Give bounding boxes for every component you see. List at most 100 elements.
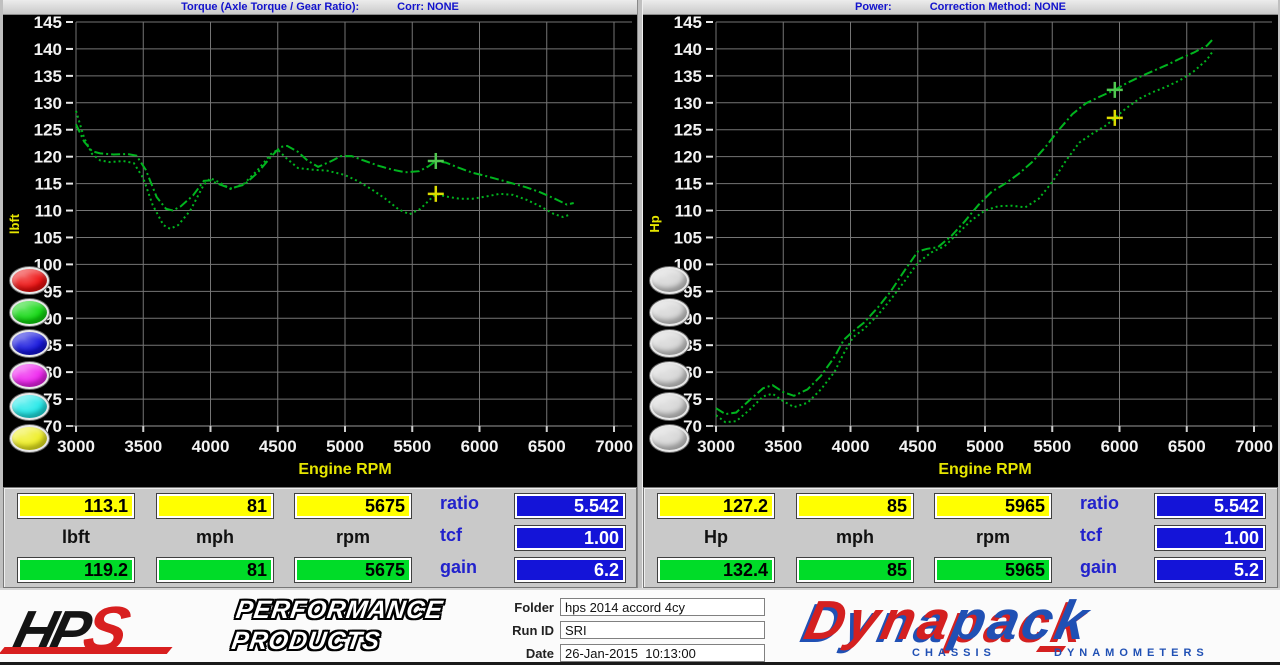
run-select-button-2[interactable] (10, 299, 49, 326)
power-readout-panel: 127.2 85 5965 Hp mph rpm 132.4 85 5965 r… (643, 487, 1278, 588)
svg-text:7000: 7000 (595, 437, 633, 456)
hps-tagline-line1: PERFORMANCE (234, 595, 445, 626)
power-panel: Power: Correction Method: NONE 707580859… (643, 0, 1280, 487)
svg-text:4000: 4000 (832, 437, 870, 456)
torque-ref-value: 119.2 (17, 557, 135, 583)
hps-tagline-line2: PRODUCTS (230, 626, 441, 657)
tcf-label: tcf (1080, 525, 1150, 546)
footer: HPS PERFORMANCE PRODUCTS Folder hps 2014… (0, 588, 1280, 665)
torque-readout-panel: 113.1 81 5675 lbft mph rpm 119.2 81 5675… (3, 487, 637, 588)
power-title: Power: (855, 1, 892, 13)
torque-cursor-value: 113.1 (17, 493, 135, 519)
svg-text:6000: 6000 (1101, 437, 1139, 456)
run-select-button-5[interactable] (10, 393, 49, 420)
torque-cursor-rpm: 5675 (294, 493, 412, 519)
dynapack-chassis-label: CHASSIS (912, 647, 996, 659)
ratio-value: 5.542 (514, 493, 626, 519)
power-cursor-mph: 85 (796, 493, 914, 519)
torque-panel: Torque (Axle Torque / Gear Ratio): Corr:… (0, 0, 637, 487)
svg-text:5500: 5500 (1033, 437, 1071, 456)
mph-unit-label: mph (156, 527, 274, 548)
series-previous-run-dashdot (716, 38, 1214, 414)
dynapack-dynamometers-label: DYNAMOMETERS (1054, 647, 1209, 659)
mph-unit-label: mph (796, 527, 914, 548)
svg-text:3500: 3500 (764, 437, 802, 456)
svg-text:4500: 4500 (259, 437, 297, 456)
run-select-button-6[interactable] (650, 425, 689, 452)
run-select-button-4[interactable] (10, 362, 49, 389)
power-chart-area: 7075808590951001051101151201251301351401… (643, 15, 1278, 487)
svg-text:Engine RPM: Engine RPM (298, 461, 391, 478)
run-select-buttons-left (10, 15, 58, 487)
power-correction-label: Correction Method: NONE (930, 1, 1066, 13)
run-select-button-3[interactable] (650, 330, 689, 357)
readout-row: 113.1 81 5675 lbft mph rpm 119.2 81 5675… (0, 487, 1280, 588)
rpm-unit-label: rpm (294, 527, 412, 548)
hps-logo-swoosh (0, 647, 173, 654)
torque-title: Torque (Axle Torque / Gear Ratio): (181, 1, 359, 13)
tcf-value: 1.00 (1154, 525, 1266, 551)
power-cursor-rpm: 5965 (934, 493, 1052, 519)
svg-text:7000: 7000 (1235, 437, 1273, 456)
torque-cursor-mph: 81 (156, 493, 274, 519)
svg-text:Engine RPM: Engine RPM (938, 461, 1031, 478)
power-ref-mph: 85 (796, 557, 914, 583)
svg-text:4500: 4500 (899, 437, 937, 456)
ratio-value: 5.542 (1154, 493, 1266, 519)
svg-text:6500: 6500 (1168, 437, 1206, 456)
dynapack-pack: pack (946, 589, 1097, 651)
run-select-button-3[interactable] (10, 330, 49, 357)
torque-titlebar: Torque (Axle Torque / Gear Ratio): Corr:… (3, 0, 637, 15)
torque-correction-label: Corr: NONE (397, 1, 459, 13)
tcf-label: tcf (440, 525, 510, 546)
ratio-label: ratio (440, 493, 510, 514)
run-id-label: Run ID (498, 623, 560, 638)
run-select-buttons-right (650, 15, 698, 487)
series-current-run-dotted (76, 111, 571, 229)
rpm-unit-label: rpm (934, 527, 1052, 548)
power-unit-label: Hp (657, 527, 775, 548)
dynapack-dyna: Dyna (799, 589, 959, 651)
torque-unit-label: lbft (17, 527, 135, 548)
gain-value: 5.2 (1154, 557, 1266, 583)
run-select-button-4[interactable] (650, 362, 689, 389)
hps-tagline: PERFORMANCE PRODUCTS (230, 595, 446, 657)
run-select-button-2[interactable] (650, 299, 689, 326)
power-titlebar: Power: Correction Method: NONE (643, 0, 1278, 15)
power-ref-rpm: 5965 (934, 557, 1052, 583)
run-select-button-1[interactable] (650, 267, 689, 294)
run-select-button-5[interactable] (650, 393, 689, 420)
date-label: Date (498, 646, 560, 661)
svg-text:5000: 5000 (966, 437, 1004, 456)
power-ref-value: 132.4 (657, 557, 775, 583)
dynapack-logo: Dynapack CHASSIS DYNAMOMETERS (806, 590, 1242, 664)
chart-row: Torque (Axle Torque / Gear Ratio): Corr:… (0, 0, 1280, 487)
svg-text:3500: 3500 (124, 437, 162, 456)
tcf-value: 1.00 (514, 525, 626, 551)
ratio-label: ratio (1080, 493, 1150, 514)
run-id-field[interactable]: SRI (560, 621, 765, 639)
series-current-run-dotted (716, 50, 1214, 422)
gain-label: gain (1080, 557, 1150, 578)
power-cursor-value: 127.2 (657, 493, 775, 519)
run-select-button-1[interactable] (10, 267, 49, 294)
svg-text:5000: 5000 (326, 437, 364, 456)
gain-value: 6.2 (514, 557, 626, 583)
torque-chart-area: 7075808590951001051101151201251301351401… (3, 15, 637, 487)
torque-ref-mph: 81 (156, 557, 274, 583)
svg-text:3000: 3000 (57, 437, 95, 456)
svg-text:5500: 5500 (393, 437, 431, 456)
power-chart: 7075808590951001051101151201251301351401… (643, 15, 1280, 487)
folder-label: Folder (498, 600, 560, 615)
folder-field[interactable]: hps 2014 accord 4cy (560, 598, 765, 616)
date-field[interactable]: 26-Jan-2015 10:13:00 (560, 644, 765, 662)
hps-logo: HPS (8, 592, 236, 658)
series-previous-run-dashdot (76, 124, 574, 210)
torque-chart: 7075808590951001051101151201251301351401… (3, 15, 640, 487)
svg-text:4000: 4000 (192, 437, 230, 456)
svg-text:6500: 6500 (528, 437, 566, 456)
torque-ref-rpm: 5675 (294, 557, 412, 583)
run-select-button-6[interactable] (10, 425, 49, 452)
dynapack-wordmark: Dynapack (799, 588, 1096, 652)
gain-label: gain (440, 557, 510, 578)
